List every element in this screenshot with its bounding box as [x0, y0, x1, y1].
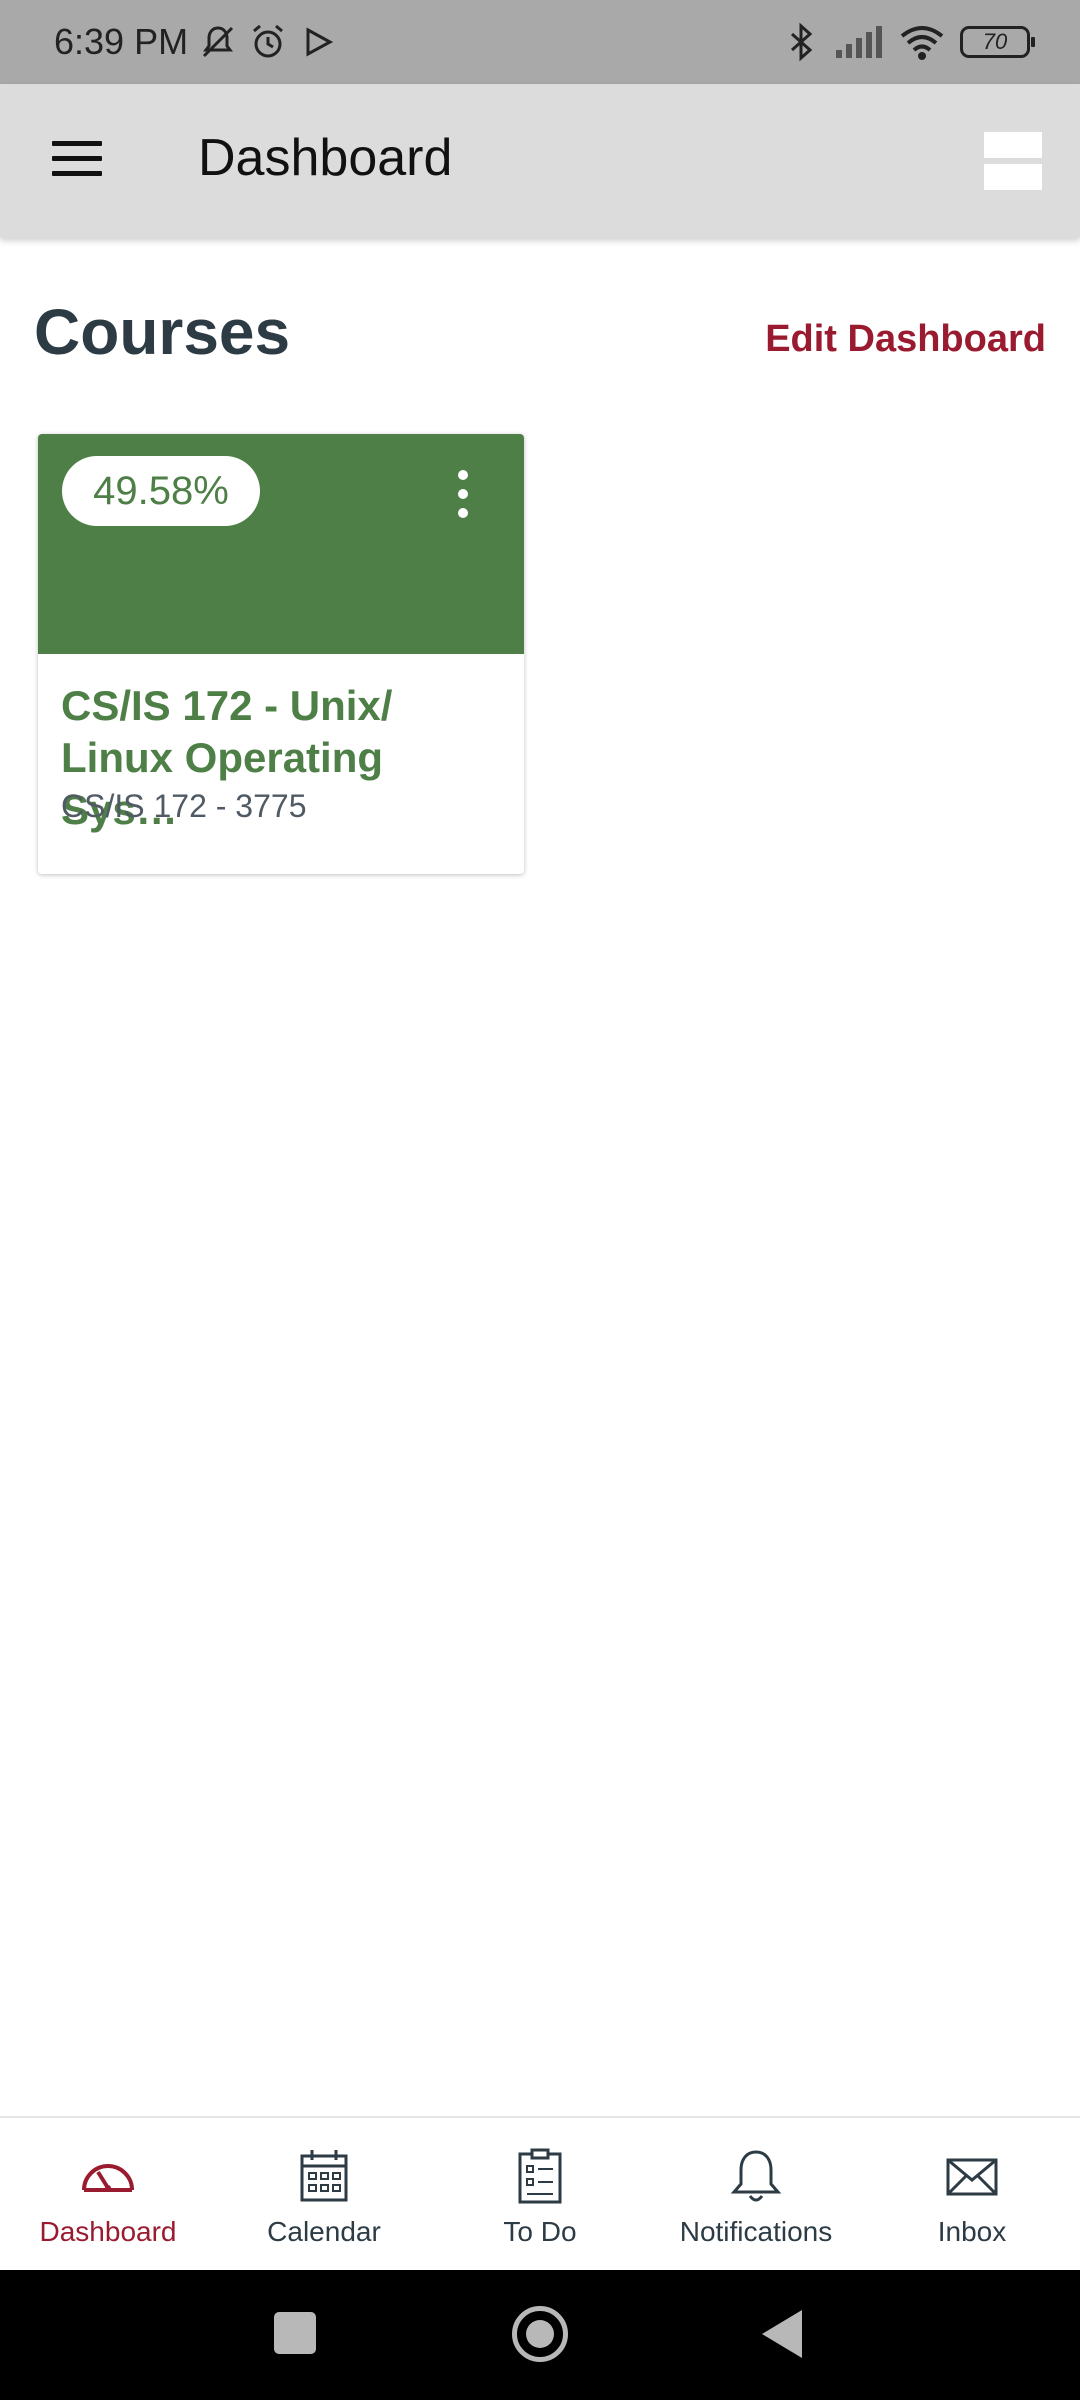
nav-label: To Do: [503, 2216, 577, 2247]
dashboard-icon: [82, 2164, 134, 2192]
menu-icon[interactable]: [52, 141, 102, 179]
back-icon[interactable]: [762, 2310, 802, 2358]
status-bar: 6:39 PM 70: [0, 0, 1080, 84]
course-code: CS/IS 172 - 3775: [61, 788, 307, 824]
recents-icon[interactable]: [274, 2312, 316, 2354]
signal-icon: [836, 26, 882, 58]
nav-label: Calendar: [267, 2216, 381, 2247]
nav-label: Dashboard: [39, 2216, 177, 2247]
calendar-icon: [300, 2150, 348, 2202]
courses-heading: Courses: [34, 296, 291, 368]
edit-dashboard-button[interactable]: Edit Dashboard: [765, 318, 1046, 361]
bottom-nav: Dashboard Calendar To Do Notifications I…: [0, 2116, 1080, 2270]
home-icon[interactable]: [512, 2306, 568, 2362]
clipboard-icon: [518, 2148, 562, 2204]
page-title: Dashboard: [198, 129, 453, 187]
nav-label: Inbox: [937, 2216, 1007, 2247]
status-time: 6:39 PM: [54, 21, 189, 62]
nav-dashboard[interactable]: Dashboard: [0, 2118, 216, 2270]
status-right: 70: [782, 22, 1035, 62]
bell-icon: [730, 2150, 782, 2202]
more-options-icon[interactable]: [448, 470, 478, 518]
alarm-icon: [253, 24, 284, 58]
app-bar: Dashboard: [0, 84, 1080, 238]
mail-icon: [946, 2158, 998, 2196]
nav-inbox[interactable]: Inbox: [864, 2118, 1080, 2270]
system-nav-bar: [0, 2270, 1080, 2400]
nav-calendar[interactable]: Calendar: [216, 2118, 432, 2270]
play-icon: [306, 27, 334, 57]
bluetooth-icon: [791, 22, 813, 62]
nav-label: Notifications: [679, 2216, 833, 2247]
grade-badge: 49.58%: [62, 456, 260, 526]
layout-toggle-icon[interactable]: [984, 132, 1042, 190]
wifi-icon: [900, 26, 944, 60]
mute-icon: [203, 26, 234, 58]
status-left: 6:39 PM: [54, 21, 338, 63]
course-card[interactable]: 49.58% CS/IS 172 - Unix/ Linux Operating…: [38, 434, 524, 874]
nav-notifications[interactable]: Notifications: [648, 2118, 864, 2270]
nav-todo[interactable]: To Do: [432, 2118, 648, 2270]
battery-icon: 70: [960, 26, 1035, 58]
